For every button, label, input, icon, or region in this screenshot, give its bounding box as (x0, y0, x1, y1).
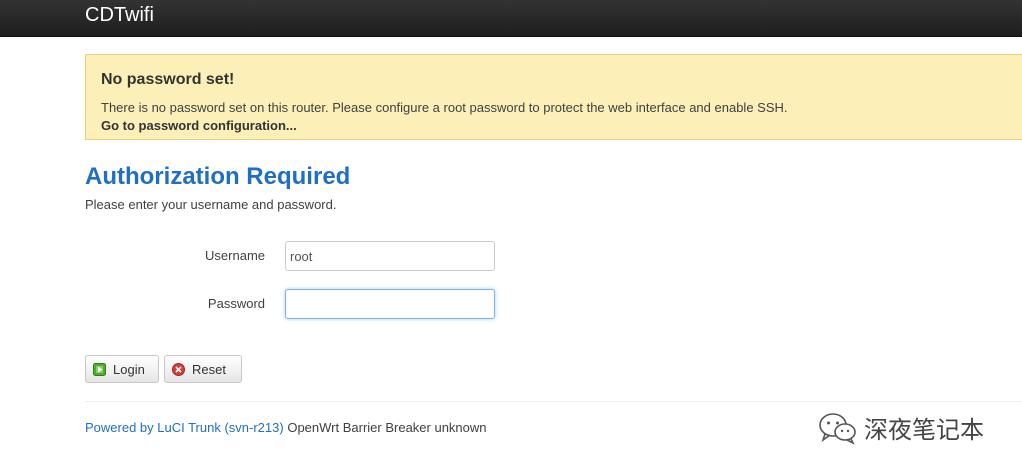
footer-divider (85, 401, 1022, 402)
footer: Powered by LuCI Trunk (svn-r213) OpenWrt… (85, 420, 487, 435)
watermark: 深夜笔记本 (818, 410, 984, 445)
alert-title: No password set! (101, 71, 235, 88)
login-icon (93, 362, 106, 376)
reset-button[interactable]: Reset (164, 355, 242, 383)
username-label: Username (205, 248, 265, 263)
brand-title[interactable]: CDTwifi (85, 4, 154, 26)
luci-link[interactable]: Powered by LuCI Trunk (svn-r213) (85, 420, 284, 435)
password-config-link[interactable]: Go to password configuration... (101, 118, 297, 133)
reset-icon (172, 362, 185, 376)
page-title: Authorization Required (85, 163, 351, 190)
top-navbar: CDTwifi (0, 0, 1022, 37)
openwrt-version: OpenWrt Barrier Breaker unknown (287, 420, 487, 435)
password-input[interactable] (285, 289, 495, 319)
alert-message: There is no password set on this router.… (101, 100, 788, 115)
reset-button-label: Reset (192, 361, 226, 377)
page-description: Please enter your username and password. (85, 197, 337, 212)
no-password-alert: No password set! There is no password se… (85, 54, 1022, 140)
watermark-text: 深夜笔记本 (864, 417, 984, 444)
wechat-icon (819, 412, 856, 445)
password-label: Password (207, 296, 265, 311)
username-input[interactable] (285, 241, 495, 271)
login-button-label: Login (113, 361, 145, 377)
login-button[interactable]: Login (85, 355, 159, 383)
